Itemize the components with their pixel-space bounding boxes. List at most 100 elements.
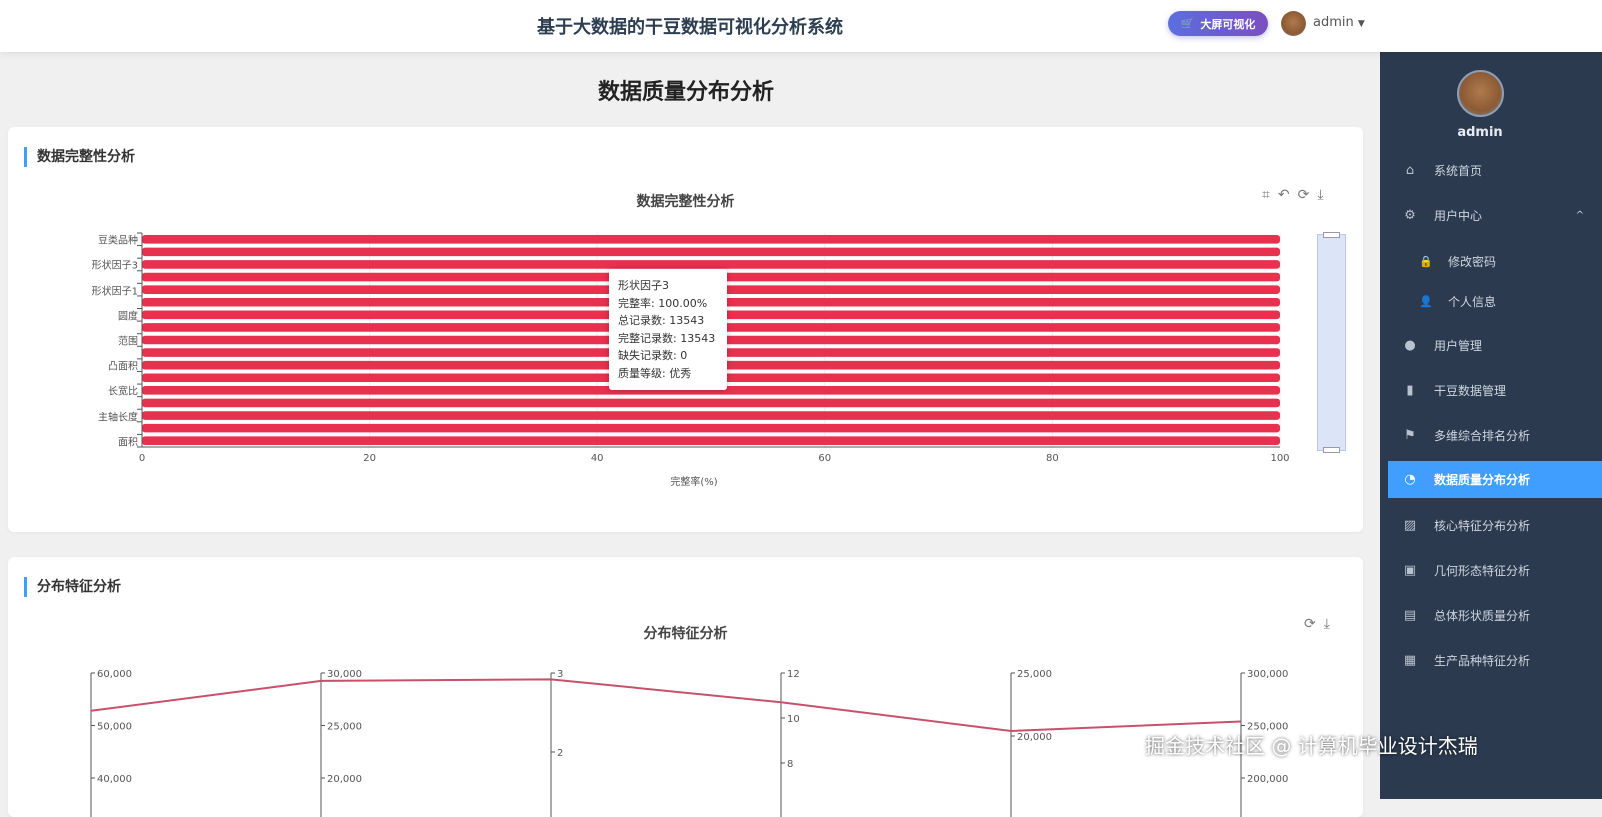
axis-tick-label: 200,000	[1247, 774, 1288, 785]
sidebar-item-label: 多维综合排名分析	[1434, 429, 1531, 443]
y-tick-label: 范围	[118, 336, 138, 348]
sidebar-item[interactable]: ⌂ 系统首页	[1388, 152, 1602, 189]
parallel-chart: 60,000 50,000 40,000 30,000 25,000 20,000 3 2 12…	[90, 669, 1288, 817]
menu-icon: ⌂	[1405, 163, 1415, 178]
menu-icon: 👤	[1419, 295, 1433, 308]
series-line	[90, 678, 1242, 732]
sidebar: admin ⌂ 系统首页 ⚙ 用户中心 ^ 🔒 修改密码 👤 个人信息 ● 用户管理 ▮ 干豆数据管理 ⚑…	[1380, 52, 1602, 799]
axis-tick-label: 2	[557, 748, 563, 759]
sidebar-item[interactable]: ▨ 核心特征分布分析	[1388, 507, 1602, 544]
completeness-card: 数据完整性分析 数据完整性分析 ⌗ ↶ ⟳ ⤓ 面积 主轴长度 长宽比 凸面积 范围 圆度 形状因…	[8, 127, 1363, 532]
menu-icon: 🔒	[1419, 255, 1433, 268]
bar	[142, 436, 1280, 445]
cart-icon: 🛒	[1180, 17, 1195, 30]
axis-tick-label: 10	[787, 714, 800, 725]
bar	[142, 423, 1280, 433]
tooltip-line: 完整记录数: 13543	[618, 331, 716, 345]
sidebar-item-label: 核心特征分布分析	[1434, 519, 1531, 533]
x-tick-label: 0	[138, 453, 146, 464]
x-tick-label: 100	[1270, 453, 1290, 464]
tooltip-title: 形状因子3	[618, 279, 669, 292]
datazoom-slider[interactable]	[1317, 232, 1346, 453]
axis-tick-label: 60,000	[97, 669, 132, 680]
sidebar-item-label: 用户中心	[1434, 209, 1483, 223]
x-tick-label: 80	[1046, 453, 1059, 464]
axis-tick-label: 25,000	[327, 722, 362, 733]
bar	[142, 411, 1280, 420]
axis-tick-label: 40,000	[97, 774, 132, 785]
sidebar-item[interactable]: ▤ 总体形状质量分析	[1388, 597, 1602, 634]
menu-icon: ▮	[1406, 383, 1414, 398]
menu-icon: ▣	[1403, 563, 1417, 578]
sidebar-item[interactable]: ▮ 干豆数据管理	[1388, 372, 1602, 409]
sidebar-item[interactable]: ⚑ 多维综合排名分析	[1388, 417, 1602, 454]
sidebar-item-label: 几何形态特征分析	[1434, 564, 1531, 578]
sidebar-item-label: 系统首页	[1434, 164, 1483, 178]
slider-handle-bottom[interactable]	[1323, 447, 1340, 453]
sidebar-item[interactable]: ● 用户管理	[1388, 327, 1602, 364]
axis-tick-label: 50,000	[97, 722, 132, 733]
menu-icon: ●	[1404, 338, 1416, 353]
menu-icon: ▤	[1403, 608, 1417, 623]
sidebar-item[interactable]: ▣ 几何形态特征分析	[1388, 552, 1602, 589]
y-tick-label: 形状因子1	[91, 286, 138, 298]
bar	[142, 235, 1280, 244]
bigscreen-button[interactable]: 🛒 大屏可视化	[1168, 11, 1268, 36]
sidebar-item-label: 数据质量分布分析	[1434, 473, 1531, 487]
sidebar-item[interactable]: ▦ 生产品种特征分析	[1388, 642, 1602, 679]
chevron-up-icon[interactable]: ^	[1576, 210, 1584, 221]
caret-down-icon: ▼	[1357, 19, 1365, 29]
y-tick-label: 豆类品种	[98, 235, 138, 247]
bar	[142, 398, 1280, 408]
y-tick-label: 凸面积	[108, 361, 138, 373]
sidebar-username: admin	[1457, 125, 1503, 140]
axis-tick-label: 300,000	[1247, 669, 1288, 680]
y-tick-label: 面积	[118, 437, 138, 449]
bigscreen-label: 大屏可视化	[1200, 17, 1256, 31]
distribution-card: 分布特征分析 分布特征分析 ⟳ ⤓ 60,000 50,000 40,000 30,00…	[8, 557, 1363, 817]
menu-icon: ▦	[1403, 653, 1417, 668]
top-header: 基于大数据的干豆数据可视化分析系统 🛒 大屏可视化 admin ▼	[0, 0, 1602, 52]
sidebar-item-label: 总体形状质量分析	[1434, 609, 1531, 623]
sidebar-item[interactable]: ⚙ 用户中心 ^	[1388, 197, 1602, 234]
sidebar-item-label: 修改密码	[1448, 255, 1497, 269]
bar	[142, 260, 1280, 269]
tooltip-line: 总记录数: 13543	[618, 314, 705, 327]
x-tick-label: 60	[818, 453, 832, 464]
menu-icon: ⚑	[1404, 428, 1416, 443]
bar	[142, 247, 1280, 257]
tooltip-line: 质量等级: 优秀	[618, 366, 692, 380]
sidebar-item[interactable]: 👤 个人信息	[1388, 283, 1602, 320]
menu-icon: ▨	[1403, 518, 1417, 533]
sidebar-item-label: 个人信息	[1448, 295, 1497, 309]
sidebar-avatar	[1457, 70, 1504, 117]
x-tick-label: 40	[590, 453, 604, 464]
watermark: 掘金技术社区 @ 计算机毕业设计杰瑞	[1145, 734, 1478, 758]
axis-tick-label: 12	[787, 669, 800, 680]
tooltip-line: 完整率: 100.00%	[618, 296, 708, 310]
avatar[interactable]	[1281, 11, 1306, 36]
page-title: 数据质量分布分析	[597, 80, 774, 105]
x-tick-label: 20	[363, 453, 376, 464]
axis-tick-label: 8	[787, 759, 793, 770]
axis-tick-label: 20,000	[1017, 732, 1052, 743]
menu-icon: ⚙	[1404, 208, 1416, 223]
sidebar-item[interactable]: 🔒 修改密码	[1388, 243, 1602, 280]
x-axis-title: 完整率(%)	[670, 477, 718, 488]
sidebar-item-label: 用户管理	[1434, 339, 1483, 353]
axis-tick-label: 20,000	[327, 774, 362, 785]
y-tick-label: 圆度	[118, 311, 138, 323]
chart-tooltip: 形状因子3 完整率: 100.00% 总记录数: 13543 完整记录数: 13…	[609, 269, 727, 390]
y-tick-label: 形状因子3	[91, 260, 138, 272]
username: admin	[1313, 15, 1354, 30]
y-tick-label: 主轴长度	[98, 412, 138, 424]
user-dropdown[interactable]: admin ▼	[1313, 15, 1365, 30]
sidebar-item[interactable]: ◔ 数据质量分布分析	[1388, 461, 1602, 498]
axis-tick-label: 30,000	[327, 669, 362, 680]
slider-handle-top[interactable]	[1323, 232, 1340, 238]
axis-tick-label: 25,000	[1017, 669, 1052, 680]
axis-tick-label: 3	[557, 669, 563, 680]
sidebar-item-label: 生产品种特征分析	[1434, 654, 1531, 668]
sidebar-item-label: 干豆数据管理	[1434, 384, 1507, 398]
y-tick-label: 长宽比	[108, 386, 138, 398]
